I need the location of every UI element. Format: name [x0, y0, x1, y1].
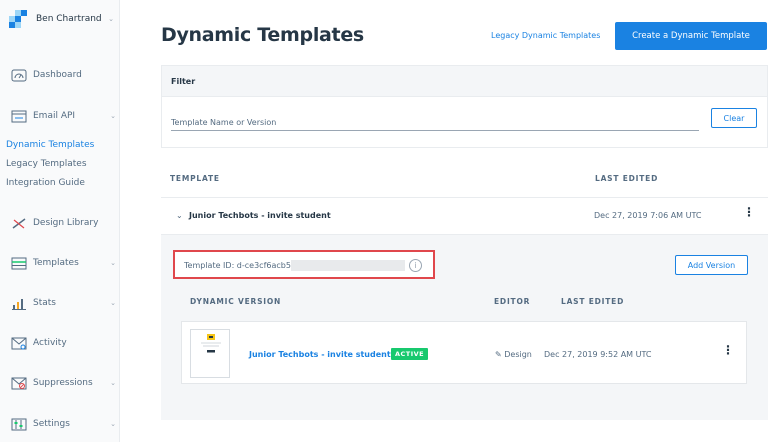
account-switcher[interactable]: Ben Chartrand ⌄ — [9, 9, 114, 29]
templates-icon — [11, 257, 27, 270]
column-header-template: TEMPLATE — [170, 174, 220, 183]
template-id-label: Template ID: d-ce3cf6acb5 — [184, 261, 291, 270]
version-thumbnail[interactable] — [190, 329, 230, 378]
column-header-version-last-edited: LAST EDITED — [561, 297, 625, 306]
sidebar-item-label: Templates — [33, 258, 79, 268]
version-card[interactable]: Junior Techbots - invite students ACTIVE… — [181, 321, 747, 384]
sendgrid-logo — [9, 10, 27, 28]
more-options-icon[interactable]: ⋮ — [743, 206, 755, 218]
account-name: Ben Chartrand — [36, 14, 102, 24]
sidebar-item-email-api[interactable]: Email API ⌄ — [11, 108, 116, 124]
clear-button[interactable]: Clear — [711, 108, 757, 128]
column-header-editor: EDITOR — [494, 297, 531, 306]
version-last-edited: Dec 27, 2019 9:52 AM UTC — [544, 350, 652, 359]
sidebar-subitem-integration-guide[interactable]: Integration Guide — [6, 178, 85, 188]
sidebar-item-templates[interactable]: Templates ⌄ — [11, 255, 116, 271]
editor-cell: ✎ Design — [495, 350, 532, 359]
filter-panel: Filter Template Name or Version Clear — [161, 65, 768, 148]
suppressions-icon — [11, 377, 27, 390]
sidebar-item-label: Design Library — [33, 218, 99, 228]
settings-icon — [11, 418, 27, 431]
column-header-last-edited: LAST EDITED — [595, 174, 659, 183]
chevron-down-icon: ⌄ — [110, 299, 116, 307]
sidebar-item-label: Activity — [33, 338, 67, 348]
column-header-dynamic-version: DYNAMIC VERSION — [190, 297, 282, 306]
email-api-icon — [11, 110, 27, 123]
sidebar-item-stats[interactable]: Stats ⌄ — [11, 295, 116, 311]
info-icon[interactable]: i — [409, 259, 422, 272]
template-name[interactable]: Junior Techbots - invite student — [189, 211, 331, 220]
sidebar-item-suppressions[interactable]: Suppressions ⌄ — [11, 375, 116, 391]
add-version-button[interactable]: Add Version — [675, 255, 748, 275]
filter-title: Filter — [162, 66, 767, 97]
page-title: Dynamic Templates — [161, 24, 364, 46]
design-library-icon — [11, 217, 27, 230]
stats-icon — [11, 297, 27, 310]
template-search-input[interactable]: Template Name or Version — [171, 118, 699, 131]
create-dynamic-template-button[interactable]: Create a Dynamic Template — [615, 22, 767, 50]
activity-icon — [11, 337, 27, 350]
legacy-dynamic-templates-link[interactable]: Legacy Dynamic Templates — [491, 31, 600, 40]
sidebar-item-design-library[interactable]: Design Library — [11, 215, 116, 231]
sidebar-item-label: Settings — [33, 419, 70, 429]
status-badge: ACTIVE — [391, 348, 429, 360]
sidebar-item-settings[interactable]: Settings ⌄ — [11, 416, 116, 432]
sidebar-item-label: Stats — [33, 298, 56, 308]
chevron-down-icon: ⌄ — [110, 112, 116, 120]
template-id-field: Template ID: d-ce3cf6acb5 i — [173, 250, 435, 279]
sidebar-subitem-legacy-templates[interactable]: Legacy Templates — [6, 159, 87, 169]
sidebar-item-activity[interactable]: Activity — [11, 335, 116, 351]
pencil-icon: ✎ — [495, 350, 502, 359]
dashboard-icon — [11, 69, 27, 82]
template-row[interactable]: ⌄ Junior Techbots - invite student Dec 2… — [161, 197, 768, 234]
chevron-down-icon[interactable]: ⌄ — [176, 211, 183, 220]
redacted-id-mask — [291, 260, 405, 271]
sidebar-subitem-dynamic-templates[interactable]: Dynamic Templates — [6, 140, 94, 150]
sidebar-item-dashboard[interactable]: Dashboard — [11, 67, 116, 83]
version-name[interactable]: Junior Techbots - invite students — [249, 350, 395, 359]
sidebar-item-label: Email API — [33, 111, 76, 121]
template-last-edited: Dec 27, 2019 7:06 AM UTC — [594, 211, 702, 220]
more-options-icon[interactable]: ⋮ — [722, 344, 734, 356]
sidebar-item-label: Suppressions — [33, 378, 93, 388]
sidebar: Ben Chartrand ⌄ Dashboard Email API ⌄ Dy… — [0, 0, 120, 442]
chevron-down-icon: ⌄ — [110, 379, 116, 387]
chevron-down-icon: ⌄ — [110, 420, 116, 428]
chevron-down-icon: ⌄ — [110, 259, 116, 267]
sidebar-item-label: Dashboard — [33, 70, 82, 80]
editor-type: Design — [504, 350, 532, 359]
chevron-down-icon: ⌄ — [108, 15, 114, 23]
template-details-panel: Template ID: d-ce3cf6acb5 i Add Version … — [161, 234, 768, 420]
